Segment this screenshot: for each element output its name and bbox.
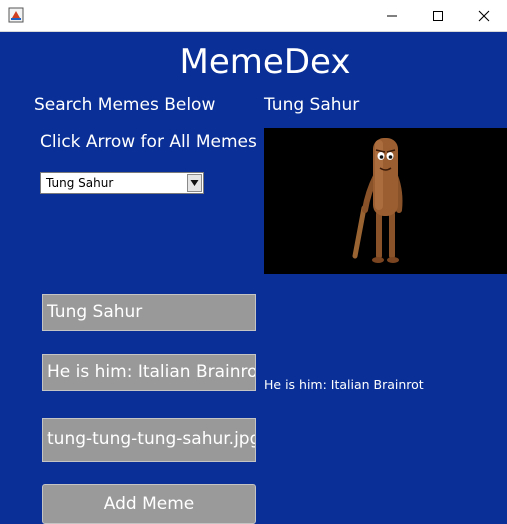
meme-select-dropdown[interactable]: Tung Sahur: [40, 172, 204, 194]
minimize-icon: [387, 15, 397, 16]
meme-name-field[interactable]: Tung Sahur: [42, 294, 256, 331]
arrow-hint-label: Click Arrow for All Memes: [40, 132, 257, 152]
window-titlebar: [0, 0, 507, 32]
add-meme-button[interactable]: Add Meme: [42, 484, 256, 524]
maximize-button[interactable]: [415, 0, 461, 31]
dropdown-selected-value: Tung Sahur: [46, 176, 114, 190]
minimize-button[interactable]: [369, 0, 415, 31]
app-title: MemeDex: [179, 42, 351, 82]
meme-filename-field[interactable]: tung-tung-tung-sahur.jpg: [42, 418, 256, 462]
meme-image-panel: [264, 128, 507, 274]
meme-description-field[interactable]: He is him: Italian Brainrot: [42, 354, 256, 391]
meme-image: [264, 128, 507, 274]
app-content: MemeDex Search Memes Below Tung Sahur Cl…: [0, 32, 507, 524]
chevron-down-icon: [190, 180, 199, 186]
java-app-icon: [8, 7, 24, 23]
close-icon: [478, 10, 490, 21]
maximize-icon: [433, 10, 443, 21]
search-label: Search Memes Below: [34, 95, 216, 115]
close-button[interactable]: [461, 0, 507, 31]
meme-name-label: Tung Sahur: [264, 95, 360, 115]
meme-description-text: He is him: Italian Brainrot: [264, 377, 424, 392]
dropdown-arrow-button[interactable]: [187, 174, 202, 192]
